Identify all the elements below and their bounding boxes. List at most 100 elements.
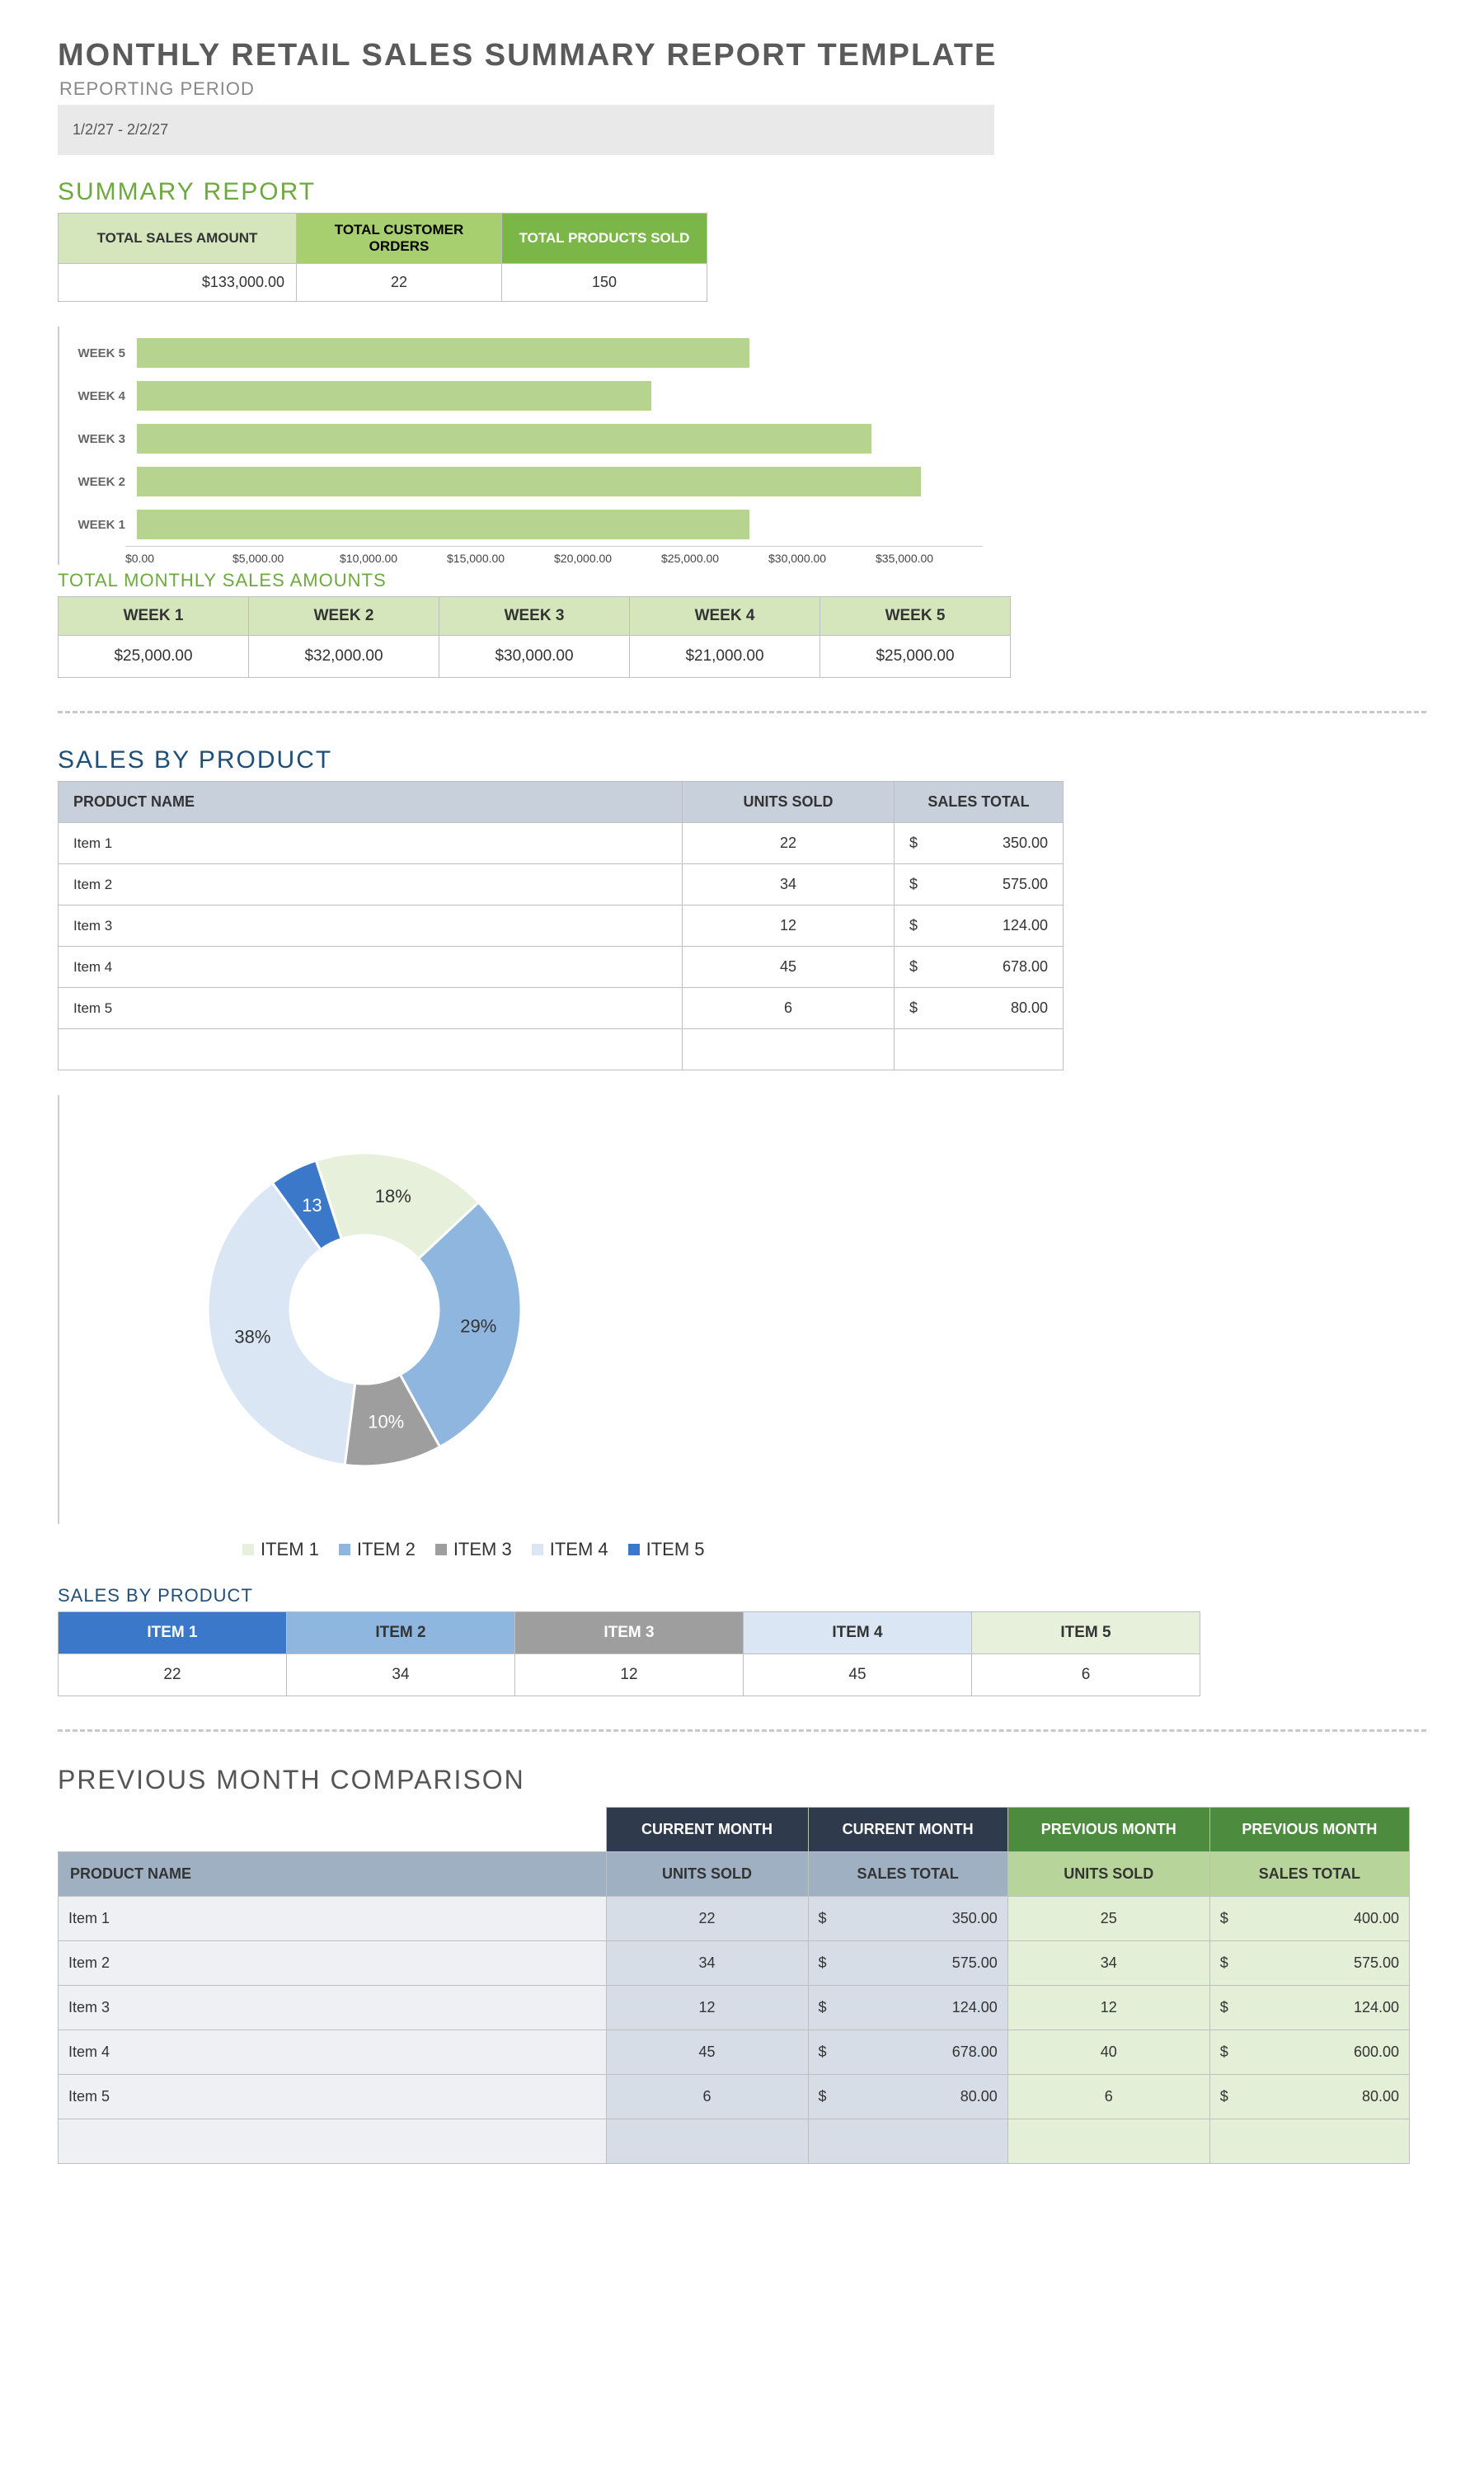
item-units: 22 bbox=[59, 1654, 287, 1696]
legend-label: ITEM 5 bbox=[646, 1539, 705, 1559]
currency: $ bbox=[1209, 1897, 1248, 1941]
donut-chart: 18%29%10%38%13 bbox=[58, 1095, 1426, 1524]
cur-units: 12 bbox=[606, 1986, 808, 2030]
units-sold: 22 bbox=[683, 823, 895, 864]
legend-label: ITEM 1 bbox=[261, 1539, 319, 1559]
week-header: WEEK 5 bbox=[820, 597, 1011, 636]
table-row: Item 5 6 $ 80.00 6 $ 80.00 bbox=[59, 2075, 1410, 2119]
currency: $ bbox=[895, 988, 940, 1029]
cur-total: 80.00 bbox=[847, 2075, 1008, 2119]
week-header: WEEK 1 bbox=[59, 597, 249, 636]
summary-col: TOTAL CUSTOMER ORDERS bbox=[297, 214, 502, 264]
donut-label: 18% bbox=[375, 1186, 411, 1206]
grp: PREVIOUS MONTH bbox=[1209, 1808, 1409, 1852]
cur-units: 6 bbox=[606, 2075, 808, 2119]
page-title: MONTHLY RETAIL SALES SUMMARY REPORT TEMP… bbox=[58, 38, 1426, 73]
summary-col: TOTAL SALES AMOUNT bbox=[59, 214, 297, 264]
sales-total: 350.00 bbox=[939, 823, 1064, 864]
items-summary-table: ITEM 1ITEM 2ITEM 3ITEM 4ITEM 5223412456 bbox=[58, 1611, 1200, 1696]
sales-total: 80.00 bbox=[939, 988, 1064, 1029]
currency: $ bbox=[808, 1986, 847, 2030]
prev-units: 25 bbox=[1007, 1897, 1209, 1941]
prev-total: 600.00 bbox=[1248, 2030, 1410, 2075]
item-header: ITEM 3 bbox=[515, 1612, 744, 1654]
week-amount: $32,000.00 bbox=[249, 636, 439, 678]
th: UNITS SOLD bbox=[606, 1852, 808, 1897]
week-header: WEEK 3 bbox=[439, 597, 630, 636]
table-row: Item 2 34 $ 575.00 34 $ 575.00 bbox=[59, 1941, 1410, 1986]
cur-total: 575.00 bbox=[847, 1941, 1008, 1986]
currency: $ bbox=[808, 1897, 847, 1941]
th: SALES TOTAL bbox=[808, 1852, 1007, 1897]
prev-units: 40 bbox=[1007, 2030, 1209, 2075]
bar bbox=[137, 467, 921, 496]
th: PRODUCT NAME bbox=[59, 1852, 607, 1897]
table-row: Item 5 6 $ 80.00 bbox=[59, 988, 1064, 1029]
x-tick: $5,000.00 bbox=[232, 547, 340, 565]
units-sold: 34 bbox=[683, 864, 895, 905]
bar bbox=[137, 338, 749, 368]
legend-swatch bbox=[532, 1544, 543, 1555]
summary-total-sales: $133,000.00 bbox=[59, 264, 297, 302]
legend-swatch bbox=[435, 1544, 447, 1555]
products-table: PRODUCT NAME UNITS SOLD SALES TOTAL Item… bbox=[58, 781, 1064, 1070]
donut-label: 13 bbox=[302, 1195, 322, 1216]
bar-label: WEEK 5 bbox=[59, 346, 137, 360]
x-tick: $20,000.00 bbox=[554, 547, 661, 565]
prev-units: 6 bbox=[1007, 2075, 1209, 2119]
cur-total: 678.00 bbox=[847, 2030, 1008, 2075]
currency: $ bbox=[808, 2075, 847, 2119]
legend-swatch bbox=[339, 1544, 350, 1555]
item-units: 34 bbox=[287, 1654, 515, 1696]
product-name: Item 5 bbox=[59, 988, 683, 1029]
currency: $ bbox=[895, 947, 940, 988]
currency: $ bbox=[808, 1941, 847, 1986]
item-header: ITEM 1 bbox=[59, 1612, 287, 1654]
currency: $ bbox=[1209, 1941, 1248, 1986]
product-name: Item 4 bbox=[59, 2030, 607, 2075]
donut-label: 38% bbox=[234, 1327, 270, 1348]
weekly-heading: TOTAL MONTHLY SALES AMOUNTS bbox=[58, 570, 1426, 591]
prev-units: 34 bbox=[1007, 1941, 1209, 1986]
currency: $ bbox=[895, 823, 940, 864]
legend-label: ITEM 2 bbox=[357, 1539, 416, 1559]
item-header: ITEM 5 bbox=[972, 1612, 1200, 1654]
item-units: 45 bbox=[744, 1654, 972, 1696]
prev-total: 80.00 bbox=[1248, 2075, 1410, 2119]
week-amount: $25,000.00 bbox=[59, 636, 249, 678]
table-row: Item 3 12 $ 124.00 bbox=[59, 905, 1064, 947]
grp: CURRENT MONTH bbox=[606, 1808, 808, 1852]
currency: $ bbox=[1209, 2075, 1248, 2119]
currency: $ bbox=[1209, 2030, 1248, 2075]
sales-total: 575.00 bbox=[939, 864, 1064, 905]
bar bbox=[137, 510, 749, 539]
summary-table: TOTAL SALES AMOUNT TOTAL CUSTOMER ORDERS… bbox=[58, 213, 707, 302]
table-row: Item 4 45 $ 678.00 40 $ 600.00 bbox=[59, 2030, 1410, 2075]
product-name: Item 3 bbox=[59, 1986, 607, 2030]
cur-units: 34 bbox=[606, 1941, 808, 1986]
prev-total: 575.00 bbox=[1248, 1941, 1410, 1986]
cur-units: 45 bbox=[606, 2030, 808, 2075]
table-row: Item 3 12 $ 124.00 12 $ 124.00 bbox=[59, 1986, 1410, 2030]
units-sold: 45 bbox=[683, 947, 895, 988]
th: PRODUCT NAME bbox=[59, 782, 683, 823]
donut-legend: ITEM 1ITEM 2ITEM 3ITEM 4ITEM 5 bbox=[223, 1539, 1426, 1560]
summary-total-products: 150 bbox=[502, 264, 707, 302]
products-sub-heading: SALES BY PRODUCT bbox=[58, 1585, 1426, 1606]
bar bbox=[137, 381, 651, 411]
bar-label: WEEK 2 bbox=[59, 475, 137, 489]
currency: $ bbox=[1209, 1986, 1248, 2030]
product-name: Item 5 bbox=[59, 2075, 607, 2119]
product-name: Item 2 bbox=[59, 864, 683, 905]
th: UNITS SOLD bbox=[683, 782, 895, 823]
product-name: Item 2 bbox=[59, 1941, 607, 1986]
divider bbox=[58, 711, 1426, 713]
week-header: WEEK 2 bbox=[249, 597, 439, 636]
x-tick: $35,000.00 bbox=[876, 547, 983, 565]
prev-total: 400.00 bbox=[1248, 1897, 1410, 1941]
currency: $ bbox=[895, 864, 940, 905]
week-amount: $25,000.00 bbox=[820, 636, 1011, 678]
grp: PREVIOUS MONTH bbox=[1007, 1808, 1209, 1852]
item-units: 12 bbox=[515, 1654, 744, 1696]
bar bbox=[137, 424, 871, 454]
